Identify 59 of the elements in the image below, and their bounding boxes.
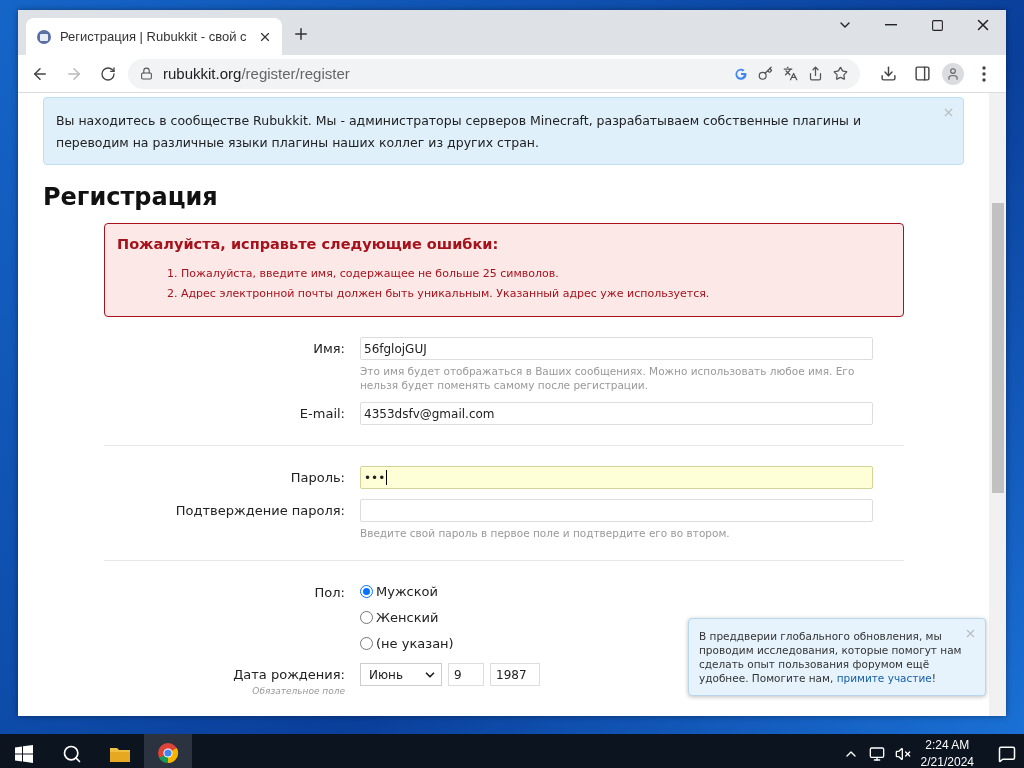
popup-text: В преддверии глобального обновления, мы проводим исследования, которые помогут нам сделать опыт пользования форумом ещё удобнее. Помогите нам, примите участие!	[699, 630, 962, 684]
error-title: Пожалуйста, исправьте следующие ошибки:	[117, 236, 500, 252]
field-label: Подтверждение пароля:	[175, 502, 345, 520]
google-icon[interactable]	[734, 66, 748, 81]
site-icon	[36, 28, 52, 45]
year-field[interactable]: 1987	[490, 663, 540, 686]
input-field[interactable]: 4353dsfv@gmail.com	[360, 402, 873, 425]
lock-icon	[140, 67, 153, 80]
bookmark-star-icon[interactable]	[833, 66, 848, 81]
person-icon	[946, 66, 960, 81]
profile-avatar[interactable]	[942, 62, 964, 85]
input-field[interactable]: •••	[360, 466, 873, 489]
download-icon	[879, 65, 897, 82]
input-field[interactable]: 56fglojGUJ	[360, 337, 873, 360]
browser-tab[interactable]: Регистрация | Rubukkit - свой с	[26, 18, 282, 55]
radio-button[interactable]	[360, 636, 373, 650]
day-field[interactable]: 9	[448, 663, 484, 686]
radio-label[interactable]: Мужской	[376, 583, 439, 599]
search-icon	[62, 744, 82, 764]
field-label: E-mail:	[299, 405, 345, 423]
error-message: 2. Адрес электронной почты должен быть уникальным. Указанный адрес уже используется.	[166, 286, 711, 302]
radio-label[interactable]: (не указан)	[376, 635, 454, 651]
volume-muted-icon[interactable]	[894, 746, 911, 762]
field-label: Имя:	[313, 340, 345, 358]
field-label: Дата рождения:	[233, 666, 345, 684]
network-icon[interactable]	[868, 746, 885, 762]
page-heading: Регистрация	[43, 183, 219, 211]
month-select[interactable]: Июнь	[360, 663, 442, 686]
maximize-icon	[930, 18, 944, 32]
translate-icon[interactable]	[783, 66, 798, 81]
notification-icon[interactable]	[998, 745, 1016, 763]
required-note: Обязательное поле	[252, 686, 345, 696]
tab-title: Регистрация | Rubukkit - свой с	[60, 29, 248, 44]
error-message: 1. Пожалуйста, введите имя, содержащее не больше 25 символов.	[166, 266, 560, 282]
url-text: rubukkit.org/register/register	[163, 65, 351, 82]
field-label: Пароль:	[290, 469, 345, 487]
banner-text: Вы находитесь в сообществе Rubukkit. Мы - администраторы серверов Minecraft, разрабатываем собственные плагины и переводим на различные языки плагины наших коллег из других стран.	[56, 113, 862, 150]
field-hint: Это имя будет отображаться в Ваших сообщениях. Можно использовать любое имя. Его нельзя будет поменять самому после регистрации.	[360, 364, 856, 392]
scrollbar[interactable]	[989, 93, 1006, 716]
field-hint: Введите свой пароль в первое поле и подтвердите его во втором.	[360, 526, 731, 540]
windows-logo-icon	[15, 745, 33, 763]
share-icon[interactable]	[808, 66, 823, 81]
radio-button[interactable]	[360, 584, 373, 598]
participate-link[interactable]: примите участие	[836, 672, 932, 684]
input-field[interactable]	[360, 499, 873, 522]
radio-button[interactable]	[360, 610, 373, 624]
minimize-icon	[885, 24, 897, 26]
field-label: Пол:	[314, 584, 345, 602]
radio-label[interactable]: Женский	[376, 609, 439, 625]
key-icon[interactable]	[758, 66, 773, 81]
folder-icon	[109, 745, 131, 763]
browser-logo-icon	[157, 742, 179, 764]
address-bar[interactable]: rubukkit.org/register/register	[128, 58, 860, 89]
plus-icon	[292, 25, 310, 43]
clock[interactable]: 2:24 AM 2/21/2024	[920, 737, 974, 768]
more-icon	[982, 65, 986, 82]
side-panel-icon	[913, 65, 931, 82]
chrome-button[interactable]	[144, 734, 192, 768]
reload-icon	[100, 65, 116, 82]
